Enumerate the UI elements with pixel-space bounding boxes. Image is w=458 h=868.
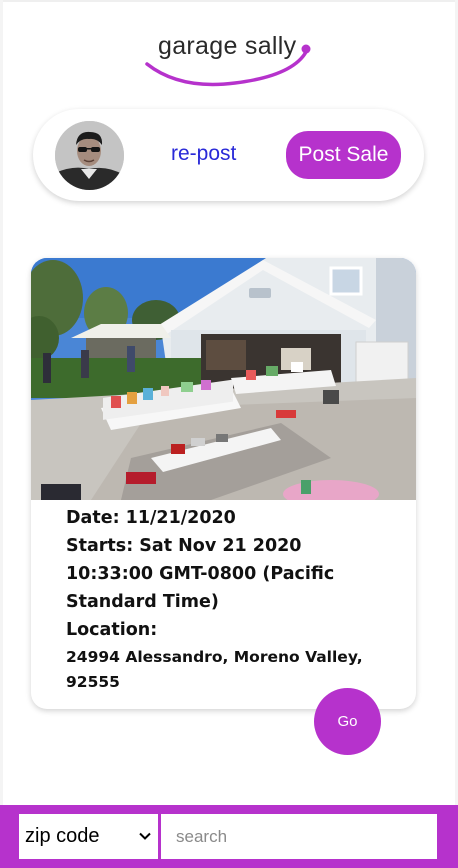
bottom-search-bar: zip code [0, 805, 458, 868]
app-frame: garage sally re-post Post Sale Date: 11/… [0, 0, 458, 868]
avatar-photo [55, 121, 124, 190]
sale-starts-line-1: Starts: Sat Nov 21 2020 [66, 536, 302, 556]
sale-starts-line-2: 10:33:00 GMT-0800 (Pacific [66, 564, 335, 584]
sale-starts-line-3: Standard Time) [66, 592, 219, 612]
sale-card[interactable]: Date: 11/21/2020 Starts: Sat Nov 21 2020… [31, 258, 416, 709]
top-divider [0, 0, 458, 2]
repost-link[interactable]: re-post [171, 142, 236, 166]
left-edge [0, 0, 3, 805]
sale-details: Date: 11/21/2020 Starts: Sat Nov 21 2020… [66, 504, 386, 694]
search-type-select[interactable]: zip code [19, 814, 158, 859]
sale-date: Date: 11/21/2020 [66, 508, 236, 528]
search-input[interactable] [161, 814, 437, 859]
profile-card: re-post Post Sale [33, 109, 424, 201]
post-sale-button[interactable]: Post Sale [286, 131, 401, 179]
app-logo[interactable]: garage sally [140, 28, 320, 92]
garage-sale-photo [31, 258, 416, 500]
logo-text: garage sally [158, 32, 297, 60]
sale-location-label: Location: [66, 620, 158, 640]
go-button[interactable]: Go [314, 688, 381, 755]
search-type-value: zip code [25, 825, 100, 847]
avatar[interactable] [55, 121, 124, 190]
sale-address-line-1: 24994 Alessandro, Moreno Valley, [66, 648, 363, 666]
chevron-down-icon [139, 832, 151, 840]
